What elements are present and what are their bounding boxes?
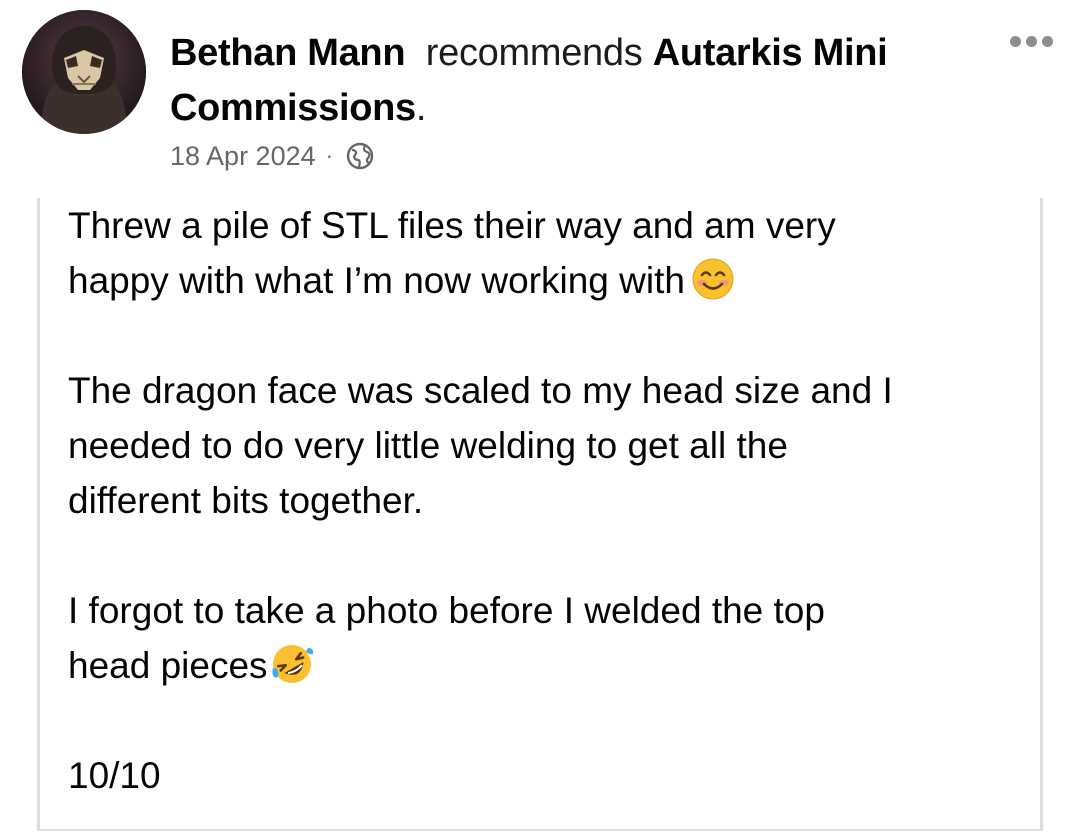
review-line: I forgot to take a photo before I welded… [68, 590, 825, 631]
post-date[interactable]: 18 Apr 2024 [170, 141, 316, 172]
post-header: Bethan Mann recommends Autarkis Mini Comm… [170, 26, 970, 136]
smiling-face-emoji [692, 258, 734, 300]
rating: 10/10 [68, 755, 161, 796]
review-line: needed to do very little welding to get … [68, 425, 788, 466]
review-text: Threw a pile of STL files their way and … [68, 198, 1028, 803]
avatar[interactable] [22, 10, 146, 134]
more-options-icon[interactable] [1010, 36, 1053, 47]
review-line: The dragon face was scaled to my head si… [68, 370, 893, 411]
post-meta: 18 Apr 2024 · [170, 136, 375, 176]
recommends-label: recommends [425, 32, 643, 74]
meta-separator: · [325, 143, 333, 168]
author-name[interactable]: Bethan Mann [170, 32, 406, 74]
review-line-with-emoji: happy with what I’m now working with [68, 253, 1028, 308]
recommendation-post: Bethan Mann recommends Autarkis Mini Comm… [0, 0, 1080, 831]
review-line-with-emoji: head pieces [68, 638, 1028, 693]
review-line: different bits together. [68, 480, 424, 521]
header-period: . [415, 87, 427, 129]
avatar-image [22, 10, 146, 134]
rolling-on-floor-laughing-emoji [271, 645, 313, 683]
review-line: Threw a pile of STL files their way and … [68, 205, 836, 246]
globe-icon [346, 142, 374, 170]
